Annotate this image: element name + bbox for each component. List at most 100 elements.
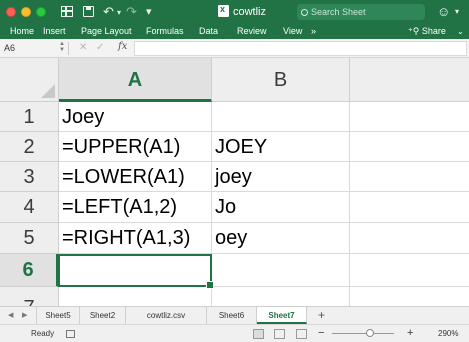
cell-a4-value: =LEFT(A1,2) <box>62 196 178 218</box>
redo-icon[interactable]: ↷ <box>126 4 137 20</box>
add-sheet-button[interactable]: + <box>318 307 325 324</box>
cell-a4[interactable]: =LEFT(A1,2) <box>59 192 212 223</box>
document-title-text: cowtliz <box>233 6 267 18</box>
ribbon-collapse-icon[interactable]: ⌄ <box>457 24 464 39</box>
column-header-c[interactable]: C <box>350 58 469 102</box>
excel-file-icon <box>218 2 229 17</box>
search-icon <box>301 9 308 16</box>
add-person-icon: ⁺⚲ <box>408 26 420 36</box>
cell-b5[interactable]: oey <box>212 223 350 254</box>
search-sheet-input[interactable]: Search Sheet <box>297 4 425 20</box>
tab-formulas[interactable]: Formulas <box>146 24 184 39</box>
zoom-slider-track[interactable] <box>332 333 394 334</box>
row-header-4[interactable]: 4 <box>0 192 59 223</box>
tab-insert[interactable]: Insert <box>43 24 66 39</box>
scroll-tabs-right-icon[interactable]: ▶ <box>22 307 27 324</box>
tab-overflow[interactable]: » <box>311 24 316 39</box>
document-title: cowtliz <box>218 2 267 19</box>
cell-a2-value: =UPPER(A1) <box>62 136 181 158</box>
scroll-tabs-left-icon[interactable]: ◀ <box>8 307 13 324</box>
window-minimize-button[interactable] <box>21 7 31 17</box>
row-header-2[interactable]: 2 <box>0 132 59 162</box>
page-break-view-icon[interactable] <box>296 329 307 339</box>
status-text: Ready <box>31 329 55 338</box>
row-header-5[interactable]: 5 <box>0 223 59 254</box>
window-maximize-button[interactable] <box>36 7 46 17</box>
window-close-button[interactable] <box>6 7 16 17</box>
name-box-dropdown-icon[interactable]: ▲ ▼ <box>59 41 65 53</box>
cell-a1-value: Joey <box>62 106 105 128</box>
active-cell-selection[interactable] <box>58 254 214 289</box>
title-bar: ↶ ▾ ↷ ▾ cowtliz Search Sheet ☺ ▾ <box>0 0 469 24</box>
undo-dropdown-icon[interactable]: ▾ <box>117 5 121 21</box>
tab-page-layout[interactable]: Page Layout <box>81 24 132 39</box>
cancel-entry-icon[interactable]: ✕ <box>79 42 87 53</box>
cell-a2[interactable]: =UPPER(A1) <box>59 132 212 162</box>
formula-input[interactable] <box>134 41 467 56</box>
feedback-dropdown-icon[interactable]: ▾ <box>455 7 459 16</box>
cell-b2[interactable]: JOEY <box>212 132 350 162</box>
normal-view-icon[interactable] <box>253 329 264 339</box>
zoom-slider-thumb[interactable] <box>366 329 375 337</box>
row-header-3[interactable]: 3 <box>0 162 59 192</box>
cell-b7[interactable] <box>212 287 350 306</box>
search-placeholder: Search Sheet <box>311 7 366 17</box>
customize-toolbar-icon[interactable]: ▾ <box>146 4 152 20</box>
tab-view[interactable]: View <box>283 24 302 39</box>
cell-a1[interactable]: Joey <box>59 102 212 132</box>
cell-c4[interactable] <box>350 192 469 223</box>
cell-a7[interactable] <box>59 287 212 306</box>
tab-home[interactable]: Home <box>10 24 34 39</box>
cell-c5[interactable] <box>350 223 469 254</box>
cell-a3[interactable]: =LOWER(A1) <box>59 162 212 192</box>
zoom-out-button[interactable]: − <box>318 325 324 342</box>
cell-c6[interactable] <box>350 254 469 287</box>
cell-c7[interactable] <box>350 287 469 306</box>
row-header-7[interactable]: 7 <box>0 287 59 306</box>
formula-bar-divider <box>68 42 69 55</box>
page-layout-view-icon[interactable] <box>274 329 285 339</box>
cell-b1[interactable] <box>212 102 350 132</box>
cell-a5[interactable]: =RIGHT(A1,3) <box>59 223 212 254</box>
cell-b6[interactable] <box>212 254 350 287</box>
zoom-in-button[interactable]: + <box>407 325 413 342</box>
sheet-tab-cowtliz-csv[interactable]: cowtliz.csv <box>126 307 207 324</box>
cell-a3-value: =LOWER(A1) <box>62 166 185 188</box>
column-header-b[interactable]: B <box>212 58 350 102</box>
cell-b2-value: JOEY <box>215 136 268 158</box>
cell-a5-value: =RIGHT(A1,3) <box>62 227 191 249</box>
sidebar-toggle-icon[interactable] <box>61 6 73 17</box>
cell-b3-value: joey <box>215 166 252 188</box>
row-header-1[interactable]: 1 <box>0 102 59 132</box>
sheet-tab-sheet5[interactable]: Sheet5 <box>36 307 80 324</box>
ribbon-tabs: Home Insert Page Layout Formulas Data Re… <box>0 24 469 39</box>
cell-b5-value: oey <box>215 227 248 249</box>
share-button[interactable]: ⁺⚲ Share <box>408 24 446 39</box>
tab-review[interactable]: Review <box>237 24 267 39</box>
macro-record-icon[interactable] <box>66 330 75 338</box>
insert-function-icon[interactable]: fx <box>118 41 127 52</box>
sheet-tab-sheet6[interactable]: Sheet6 <box>207 307 257 324</box>
cell-b4-value: Jo <box>215 196 237 218</box>
sheet-tab-bar: ◀ ▶ Sheet5 Sheet2 cowtliz.csv Sheet6 She… <box>0 306 469 324</box>
cell-b4[interactable]: Jo <box>212 192 350 223</box>
share-label: Share <box>421 26 446 36</box>
cell-c3[interactable] <box>350 162 469 192</box>
confirm-entry-icon[interactable]: ✓ <box>96 42 104 53</box>
undo-icon[interactable]: ↶ <box>103 4 114 20</box>
save-icon[interactable] <box>83 6 94 17</box>
select-all-corner[interactable] <box>0 58 59 102</box>
sheet-tab-sheet7[interactable]: Sheet7 <box>257 307 307 324</box>
status-bar: Ready − + 290% <box>0 324 469 342</box>
cell-c1[interactable] <box>350 102 469 132</box>
feedback-smiley-icon[interactable]: ☺ <box>437 4 450 20</box>
formula-bar: A6 ▲ ▼ ✕ ✓ fx <box>0 39 469 58</box>
column-header-a[interactable]: A <box>59 58 212 102</box>
tab-data[interactable]: Data <box>199 24 218 39</box>
cell-c2[interactable] <box>350 132 469 162</box>
row-header-6[interactable]: 6 <box>0 254 59 287</box>
sheet-tab-sheet2[interactable]: Sheet2 <box>80 307 126 324</box>
zoom-percent[interactable]: 290% <box>438 325 458 342</box>
name-box[interactable]: A6 <box>4 43 15 54</box>
cell-b3[interactable]: joey <box>212 162 350 192</box>
